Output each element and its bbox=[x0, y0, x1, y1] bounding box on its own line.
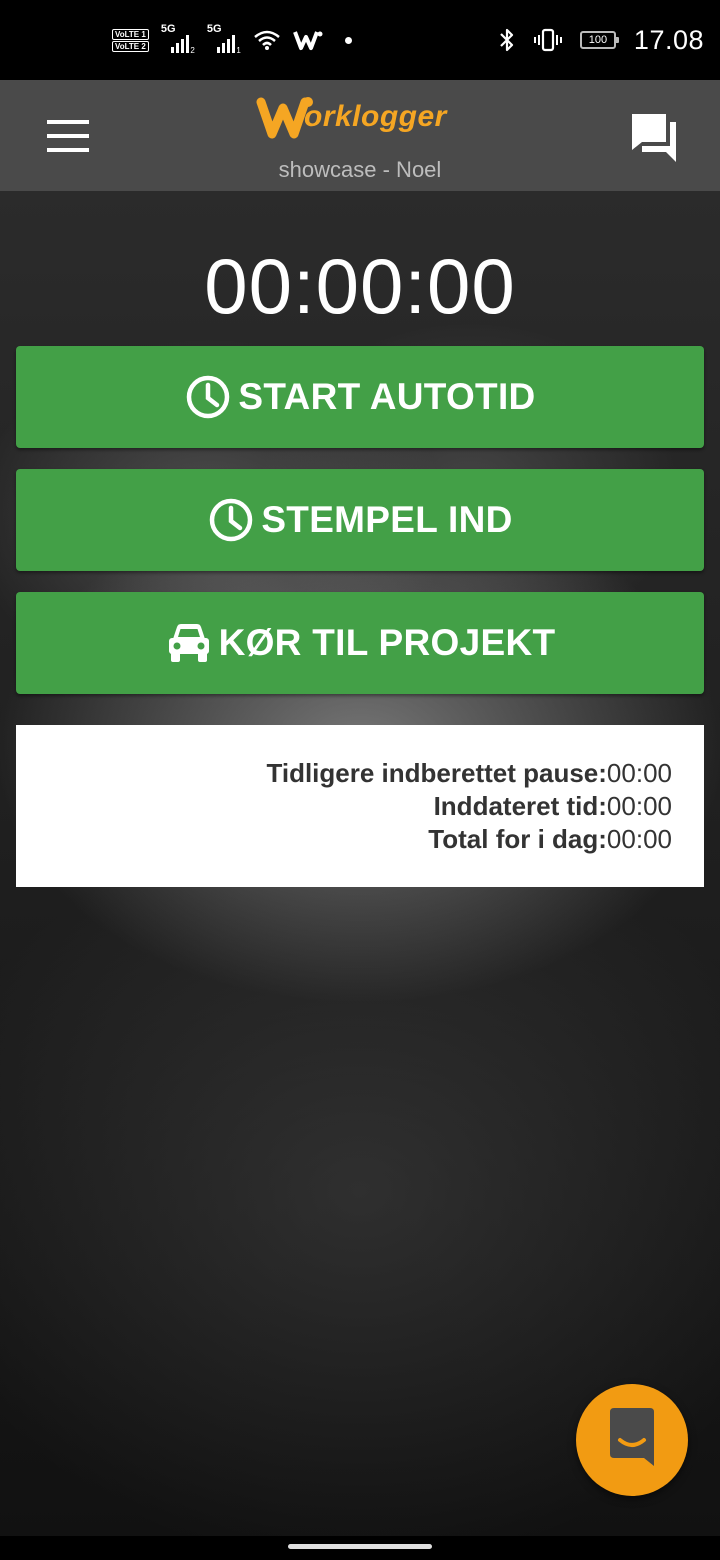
header-subtitle: showcase - Noel bbox=[278, 157, 442, 182]
status-time: 17.08 bbox=[633, 24, 704, 55]
menu-button[interactable] bbox=[40, 112, 96, 160]
sim1-network-label: 5G bbox=[160, 23, 176, 35]
entered-time-value: 00:00 bbox=[606, 791, 672, 821]
worklogger-logo: orklogger bbox=[256, 90, 466, 142]
sim2-signal-icon: 5G 1 bbox=[206, 23, 241, 55]
status-bar: VoLTE 1 VoLTE 2 5G 2 5G 1 100 17.08 bbox=[0, 0, 720, 80]
previous-pause-value: 00:00 bbox=[606, 758, 672, 788]
volte-1-label: VoLTE 1 bbox=[112, 28, 149, 40]
start-autotid-button[interactable]: START AUTOTID bbox=[16, 346, 704, 448]
chat-launcher-button[interactable] bbox=[576, 1384, 688, 1496]
messages-button[interactable] bbox=[620, 108, 684, 164]
status-bar-right: 100 17.08 bbox=[498, 22, 704, 58]
car-icon bbox=[168, 624, 209, 662]
volte-indicator: VoLTE 1 VoLTE 2 bbox=[112, 28, 149, 52]
timer-display: 00:00:00 bbox=[204, 242, 516, 330]
system-nav-bar bbox=[0, 1536, 720, 1560]
sim1-signal-icon: 5G 2 bbox=[160, 23, 195, 55]
worklogger-notification-icon bbox=[292, 31, 323, 50]
logo-text: orklogger bbox=[304, 100, 447, 133]
battery-icon: 100 bbox=[579, 31, 619, 49]
start-autotid-label: START AUTOTID bbox=[238, 376, 536, 417]
entered-time-label: Inddateret tid: bbox=[433, 791, 607, 821]
total-today-row: Total for i dag:00:00 bbox=[16, 823, 672, 856]
total-today-value: 00:00 bbox=[606, 824, 672, 854]
vibrate-icon bbox=[533, 28, 562, 52]
sim1-index: 2 bbox=[190, 46, 195, 55]
volte-2-label: VoLTE 2 bbox=[112, 40, 149, 52]
main-content: 00:00:00 START AUTOTID STEMPEL IND KØR T… bbox=[0, 191, 720, 1536]
chat-launcher-icon bbox=[610, 1408, 654, 1466]
entered-time-row: Inddateret tid:00:00 bbox=[16, 790, 672, 823]
app-header: orklogger showcase - Noel bbox=[0, 80, 720, 191]
clock-icon bbox=[210, 498, 253, 542]
sim2-index: 1 bbox=[236, 46, 241, 55]
previous-pause-row: Tidligere indberettet pause:00:00 bbox=[16, 757, 672, 790]
kor-til-projekt-button[interactable]: KØR TIL PROJEKT bbox=[16, 592, 704, 694]
stempel-ind-label: STEMPEL IND bbox=[261, 499, 513, 540]
notification-dot-icon bbox=[344, 36, 352, 44]
time-summary-panel: Tidligere indberettet pause:00:00 Inddat… bbox=[16, 725, 704, 887]
wifi-icon bbox=[254, 30, 280, 50]
bluetooth-icon bbox=[500, 28, 514, 52]
previous-pause-label: Tidligere indberettet pause: bbox=[266, 758, 607, 788]
kor-til-projekt-label: KØR TIL PROJEKT bbox=[218, 622, 556, 663]
battery-level: 100 bbox=[588, 34, 608, 46]
clock-icon bbox=[187, 375, 230, 419]
sim2-network-label: 5G bbox=[206, 23, 222, 35]
status-bar-left: VoLTE 1 VoLTE 2 5G 2 5G 1 bbox=[112, 22, 352, 58]
total-today-label: Total for i dag: bbox=[428, 824, 607, 854]
forum-chat-icon bbox=[632, 114, 676, 162]
home-indicator[interactable] bbox=[288, 1544, 432, 1549]
stempel-ind-button[interactable]: STEMPEL IND bbox=[16, 469, 704, 571]
